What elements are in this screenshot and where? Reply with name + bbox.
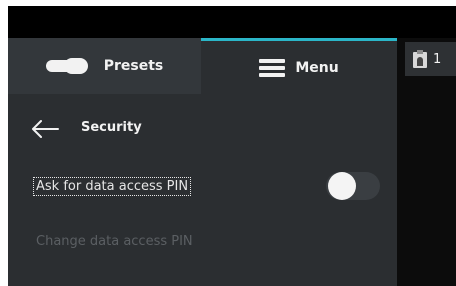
status-badge[interactable]: 1 <box>405 42 456 76</box>
toggle-knob <box>328 172 356 200</box>
badge-count: 1 <box>433 51 442 67</box>
clipboard-user-icon <box>413 50 427 68</box>
page-header: Security <box>8 110 397 150</box>
device-screen: Presets Menu Security Ask for data acces… <box>8 6 456 286</box>
back-arrow-icon[interactable] <box>30 118 60 140</box>
tab-bar: Presets Menu <box>8 38 397 94</box>
change-pin-setting: Change data access PIN <box>36 234 193 249</box>
ask-pin-toggle[interactable] <box>326 172 380 200</box>
presets-icon <box>45 58 90 74</box>
ask-pin-setting[interactable]: Ask for data access PIN <box>32 177 192 196</box>
tab-menu[interactable]: Menu <box>201 38 397 94</box>
tab-presets-label: Presets <box>103 58 164 74</box>
hamburger-menu-icon <box>259 58 286 77</box>
tab-presets[interactable]: Presets <box>8 38 201 94</box>
page-title: Security <box>81 120 142 135</box>
tab-menu-label: Menu <box>295 59 339 76</box>
